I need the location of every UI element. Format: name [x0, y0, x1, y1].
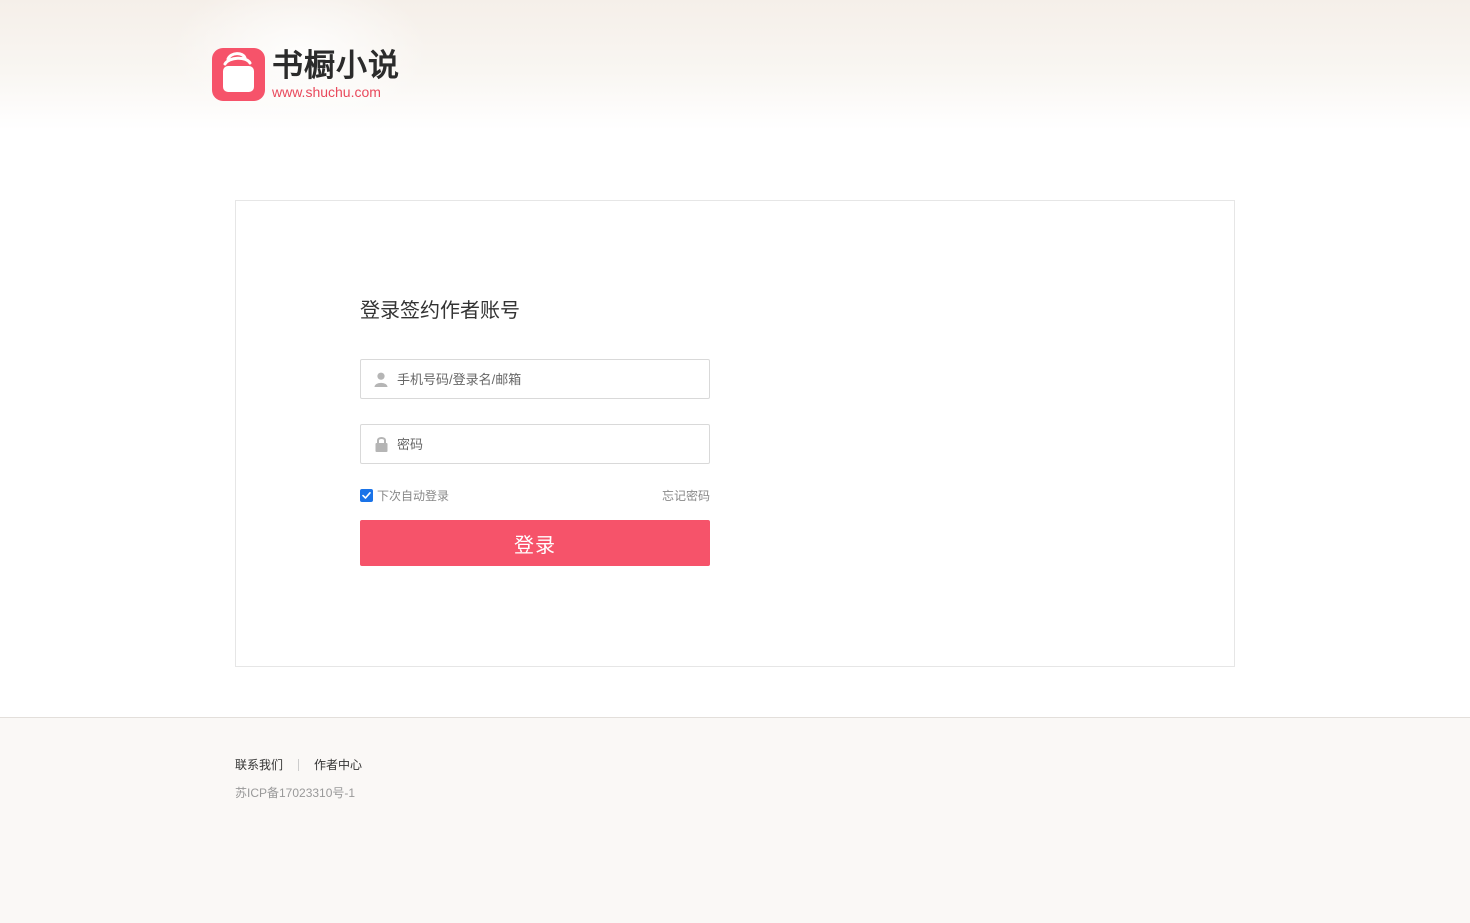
footer-link-contact[interactable]: 联系我们 [235, 756, 283, 773]
book-logo-icon [212, 48, 265, 101]
footer-divider [298, 758, 300, 771]
icp-license: 苏ICP备17023310号-1 [235, 786, 356, 800]
username-input[interactable] [397, 364, 697, 394]
logo[interactable]: 书橱小说 www.shuchu.com [212, 48, 400, 101]
remember-checkbox[interactable] [360, 489, 373, 502]
remember-me[interactable]: 下次自动登录 [360, 487, 449, 504]
password-field[interactable] [360, 424, 710, 464]
footer: 联系我们 作者中心 苏ICP备17023310号-1 [0, 717, 1470, 923]
check-icon [362, 492, 371, 499]
login-title: 登录签约作者账号 [360, 300, 520, 322]
forgot-password-link[interactable]: 忘记密码 [660, 487, 710, 504]
password-input[interactable] [397, 429, 697, 459]
username-field[interactable] [360, 359, 710, 399]
logo-url: www.shuchu.com [272, 84, 381, 100]
user-icon [374, 371, 388, 387]
footer-link-author-center[interactable]: 作者中心 [314, 756, 362, 773]
logo-text: 书橱小说 www.shuchu.com [272, 49, 400, 100]
header: 书橱小说 www.shuchu.com [0, 0, 1470, 130]
login-button[interactable]: 登录 [360, 520, 710, 566]
login-page: 书橱小说 www.shuchu.com 登录签约作者账号 手机号码/登录名/邮箱… [0, 0, 1470, 923]
footer-links: 联系我们 作者中心 [235, 756, 362, 773]
lock-icon [374, 436, 388, 452]
remember-label: 下次自动登录 [377, 489, 450, 503]
logo-name: 书橱小说 [272, 48, 400, 84]
